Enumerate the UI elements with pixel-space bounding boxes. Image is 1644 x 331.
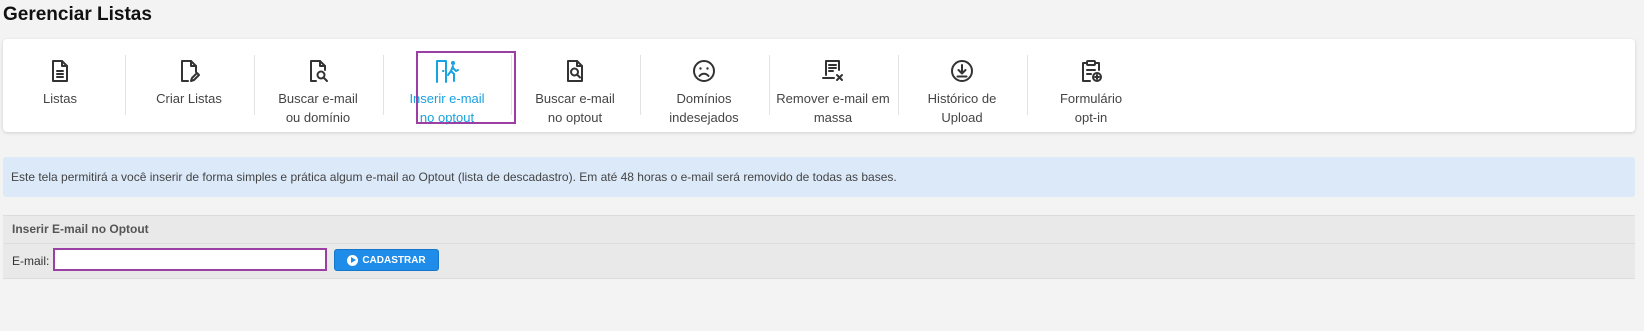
nav-item-historico-upload[interactable]: Histórico de Upload (897, 39, 1027, 132)
nav-item-label: Inserir e-mail no optout (409, 91, 485, 125)
nav-toolbar: Listas Criar Listas Buscar e-mail ou dom… (3, 39, 1635, 132)
nav-item-remover-email-massa[interactable]: Remover e-mail em massa (768, 39, 898, 132)
play-circle-icon (347, 254, 359, 266)
download-circle-icon (949, 58, 975, 84)
nav-item-inserir-email-optout[interactable]: Inserir e-mail no optout (382, 39, 512, 132)
file-list-icon (47, 58, 73, 84)
nav-item-label: Remover e-mail em massa (776, 91, 890, 125)
info-message: Este tela permitirá a você inserir de fo… (3, 157, 1635, 197)
optout-form-panel: Inserir E-mail no Optout E-mail: CADASTR… (3, 215, 1635, 279)
nav-item-label: Histórico de Upload (927, 91, 997, 125)
nav-item-label: Formulário opt-in (1059, 91, 1123, 125)
cadastrar-button[interactable]: CADASTRAR (334, 249, 439, 271)
nav-item-label: Buscar e-mail no optout (535, 91, 615, 125)
nav-item-listas[interactable]: Listas (0, 39, 125, 132)
email-label: E-mail: (12, 254, 50, 268)
email-input[interactable] (53, 248, 327, 271)
file-search-icon (562, 58, 588, 84)
cadastrar-label: CADASTRAR (362, 254, 426, 266)
nav-item-buscar-email-dominio[interactable]: Buscar e-mail ou domínio (253, 39, 383, 132)
form-title: Inserir E-mail no Optout (12, 222, 149, 236)
door-exit-icon (434, 58, 460, 84)
nav-item-buscar-email-optout[interactable]: Buscar e-mail no optout (510, 39, 640, 132)
nav-item-label: Listas (43, 91, 77, 106)
sad-face-icon (691, 58, 717, 84)
nav-item-criar-listas[interactable]: Criar Listas (124, 39, 254, 132)
file-edit-icon (176, 58, 202, 84)
page-title: Gerenciar Listas (3, 4, 152, 25)
document-remove-icon (820, 58, 846, 84)
file-search-icon (305, 58, 331, 84)
nav-item-label: Criar Listas (156, 91, 222, 106)
info-text: Este tela permitirá a você inserir de fo… (11, 170, 897, 184)
form-divider (3, 243, 1635, 244)
clipboard-add-icon (1078, 58, 1104, 84)
nav-item-label: Buscar e-mail ou domínio (278, 91, 358, 125)
nav-item-dominios-indesejados[interactable]: Domínios indesejados (639, 39, 769, 132)
nav-item-label: Domínios indesejados (669, 91, 739, 125)
nav-item-formulario-optin[interactable]: Formulário opt-in (1026, 39, 1156, 132)
